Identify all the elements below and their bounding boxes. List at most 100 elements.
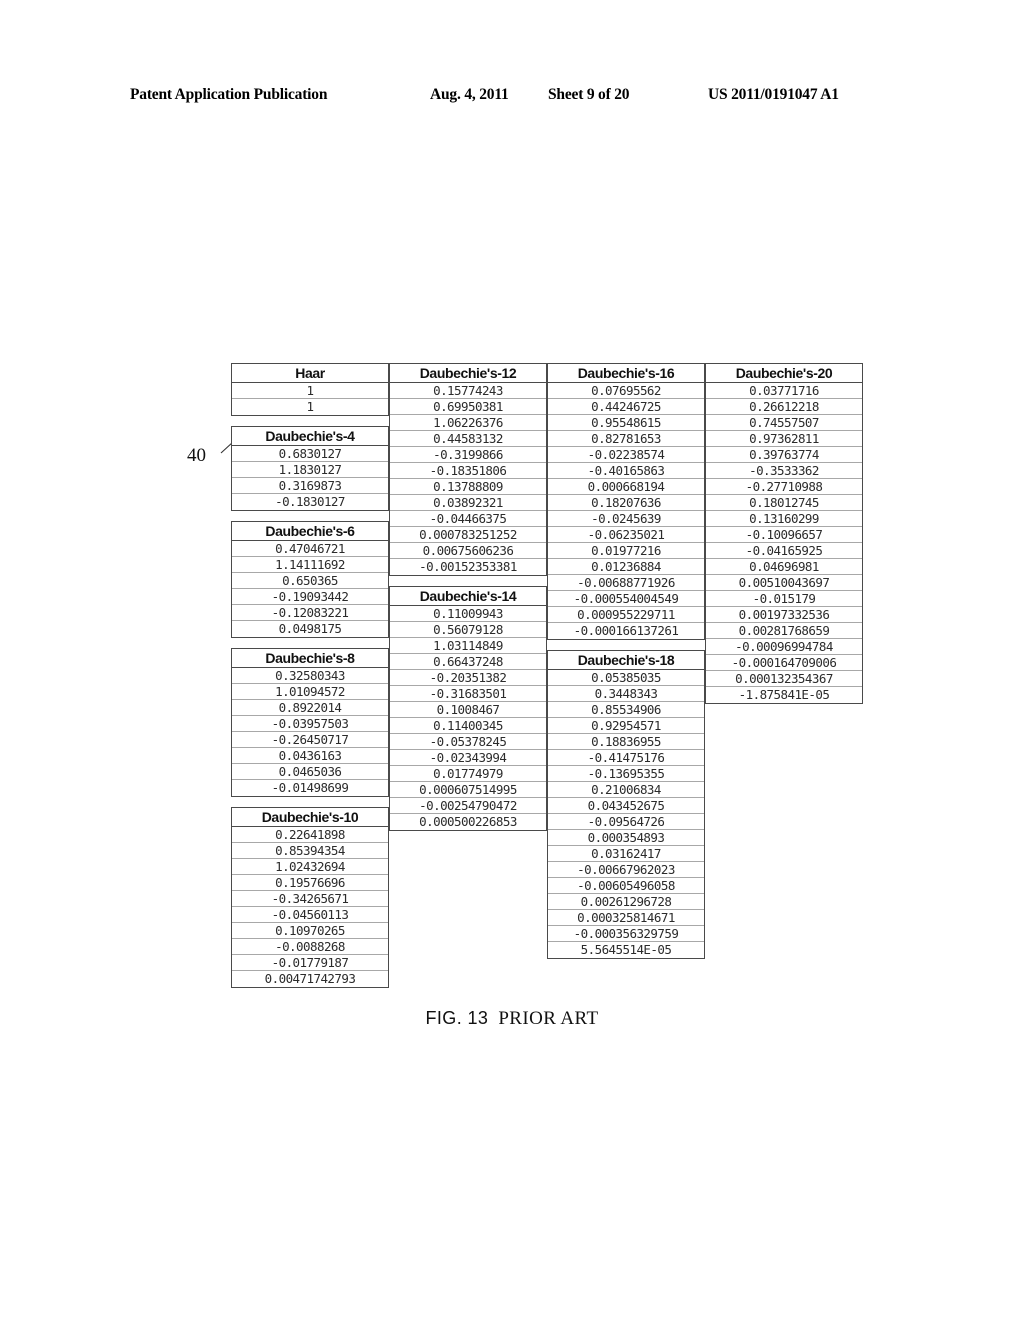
table-row: 0.74557507 <box>706 415 862 431</box>
table-row: 0.03162417 <box>548 846 704 862</box>
table-row: 0.10970265 <box>232 923 388 939</box>
table-row: 0.650365 <box>232 573 388 589</box>
table-row: 0.000354893 <box>548 830 704 846</box>
table-row: 0.0465036 <box>232 764 388 780</box>
table-row: -0.00254790472 <box>390 798 546 814</box>
table-row: -0.31683501 <box>390 686 546 702</box>
table-row: 0.11400345 <box>390 718 546 734</box>
table-row: 1 <box>306 399 315 414</box>
table-row: 0.000325814671 <box>548 910 704 926</box>
table-row: -0.10096657 <box>706 527 862 543</box>
table-row: 0.000607514995 <box>390 782 546 798</box>
publication-label: Patent Application Publication <box>130 86 328 103</box>
coefficient-table-daubechie-s-18: Daubechie's-18 0.05385035 0.3448343 0.85534… <box>547 650 705 959</box>
table-row: 1.06226376 <box>390 415 546 431</box>
table-header: Daubechie's-12 <box>390 364 546 383</box>
table-row: 0.47046721 <box>232 541 388 557</box>
table-row: 1.1830127 <box>232 462 388 478</box>
table-row: 0.21006834 <box>548 782 704 798</box>
table-row: -0.40165863 <box>548 463 704 479</box>
table-row: -0.00667962023 <box>548 862 704 878</box>
table-row: 1.14111692 <box>232 557 388 573</box>
table-row: 0.13788809 <box>390 479 546 495</box>
table-row: 1.01094572 <box>232 684 388 700</box>
table-row: -0.12083221 <box>232 605 388 621</box>
table-row: 0.00261296728 <box>548 894 704 910</box>
table-row: -0.02238574 <box>548 447 704 463</box>
table-row: -0.05378245 <box>390 734 546 750</box>
table-row: -0.01498699 <box>271 780 349 795</box>
table-row: -0.04165925 <box>706 543 862 559</box>
table-row: 0.6830127 <box>232 446 388 462</box>
table-row: 0.18207636 <box>548 495 704 511</box>
prior-art-note: PRIOR ART <box>498 1008 599 1029</box>
table-row: -0.04466375 <box>390 511 546 527</box>
coefficient-table-daubechie-s-10: Daubechie's-10 0.22641898 0.85394354 1.0243… <box>231 807 389 988</box>
table-row: 0.0436163 <box>232 748 388 764</box>
table-row: -0.06235021 <box>548 527 704 543</box>
table-row: 0.97362811 <box>706 431 862 447</box>
table-row: 0.15774243 <box>390 383 546 399</box>
wavelet-coefficient-columns: Haar 1 1 Daubechie's-4 0.6830127 1.1830127 0.3… <box>231 363 863 988</box>
table-row: -0.3199866 <box>390 447 546 463</box>
table-row: 0.000668194 <box>548 479 704 495</box>
table-row: 0.82781653 <box>548 431 704 447</box>
table-row: 0.8922014 <box>232 700 388 716</box>
table-row: 0.18012745 <box>706 495 862 511</box>
table-row: 0.44583132 <box>390 431 546 447</box>
table-row: 0.56079128 <box>390 622 546 638</box>
table-row: 0.44246725 <box>548 399 704 415</box>
table-row: -0.000164709006 <box>706 655 862 671</box>
table-row: -0.00605496058 <box>548 878 704 894</box>
table-row: 1 <box>232 383 388 399</box>
table-row: -0.18351806 <box>390 463 546 479</box>
table-row: 0.03892321 <box>390 495 546 511</box>
table-row: 0.00281768659 <box>706 623 862 639</box>
table-row: 0.66437248 <box>390 654 546 670</box>
table-row: -0.000356329759 <box>548 926 704 942</box>
coefficient-table-daubechie-s-12: Daubechie's-12 0.15774243 0.69950381 1.0622… <box>389 363 547 576</box>
coefficient-column-1: Haar 1 1 Daubechie's-4 0.6830127 1.1830127 0.3… <box>231 363 389 988</box>
table-row: -0.01779187 <box>232 955 388 971</box>
table-row: -0.00688771926 <box>548 575 704 591</box>
table-row: -0.00152353381 <box>419 559 517 574</box>
table-row: 0.26612218 <box>706 399 862 415</box>
table-row: -0.000554004549 <box>548 591 704 607</box>
table-row: 0.00510043697 <box>706 575 862 591</box>
table-row: 0.22641898 <box>232 827 388 843</box>
table-row: -0.1830127 <box>275 494 345 509</box>
coefficient-table-daubechie-s-20: Daubechie's-20 0.03771716 0.26612218 0.7455… <box>705 363 863 704</box>
table-row: 0.01236884 <box>548 559 704 575</box>
table-header: Daubechie's-16 <box>548 364 704 383</box>
table-row: 0.1008467 <box>390 702 546 718</box>
coefficient-column-2: Daubechie's-12 0.15774243 0.69950381 1.0622… <box>389 363 547 973</box>
table-row: 0.04696981 <box>706 559 862 575</box>
coefficient-column-4: Daubechie's-20 0.03771716 0.26612218 0.7455… <box>705 363 863 973</box>
table-header: Daubechie's-18 <box>548 651 704 670</box>
table-row: 0.000783251252 <box>390 527 546 543</box>
table-row: -0.3533362 <box>706 463 862 479</box>
table-row: 0.18836955 <box>548 734 704 750</box>
figure-number: FIG. 13 <box>425 1008 489 1028</box>
reference-numeral-40: 40 <box>187 445 206 466</box>
table-row: 0.69950381 <box>390 399 546 415</box>
table-row: 1.03114849 <box>390 638 546 654</box>
table-header: Daubechie's-6 <box>232 522 388 541</box>
table-row: 0.01774979 <box>390 766 546 782</box>
table-row: -1.875841E-05 <box>738 687 830 702</box>
page-header: Patent Application Publication Aug. 4, 2… <box>130 86 890 104</box>
table-row: -0.19093442 <box>232 589 388 605</box>
table-row: 5.5645514E-05 <box>580 942 672 957</box>
table-row: 0.03771716 <box>706 383 862 399</box>
table-row: 0.000500226853 <box>419 814 517 829</box>
table-row: -0.26450717 <box>232 732 388 748</box>
coefficient-table-daubechie-s-16: Daubechie's-16 0.07695562 0.44246725 0.9554… <box>547 363 705 640</box>
table-row: -0.03957503 <box>232 716 388 732</box>
table-row: -0.000166137261 <box>573 623 679 638</box>
table-row: 0.85394354 <box>232 843 388 859</box>
table-row: 0.3169873 <box>232 478 388 494</box>
table-header: Daubechie's-8 <box>232 649 388 668</box>
coefficient-table-haar: Haar 1 1 <box>231 363 389 416</box>
table-row: 0.32580343 <box>232 668 388 684</box>
coefficient-table-daubechie-s-4: Daubechie's-4 0.6830127 1.1830127 0.3169873… <box>231 426 389 511</box>
